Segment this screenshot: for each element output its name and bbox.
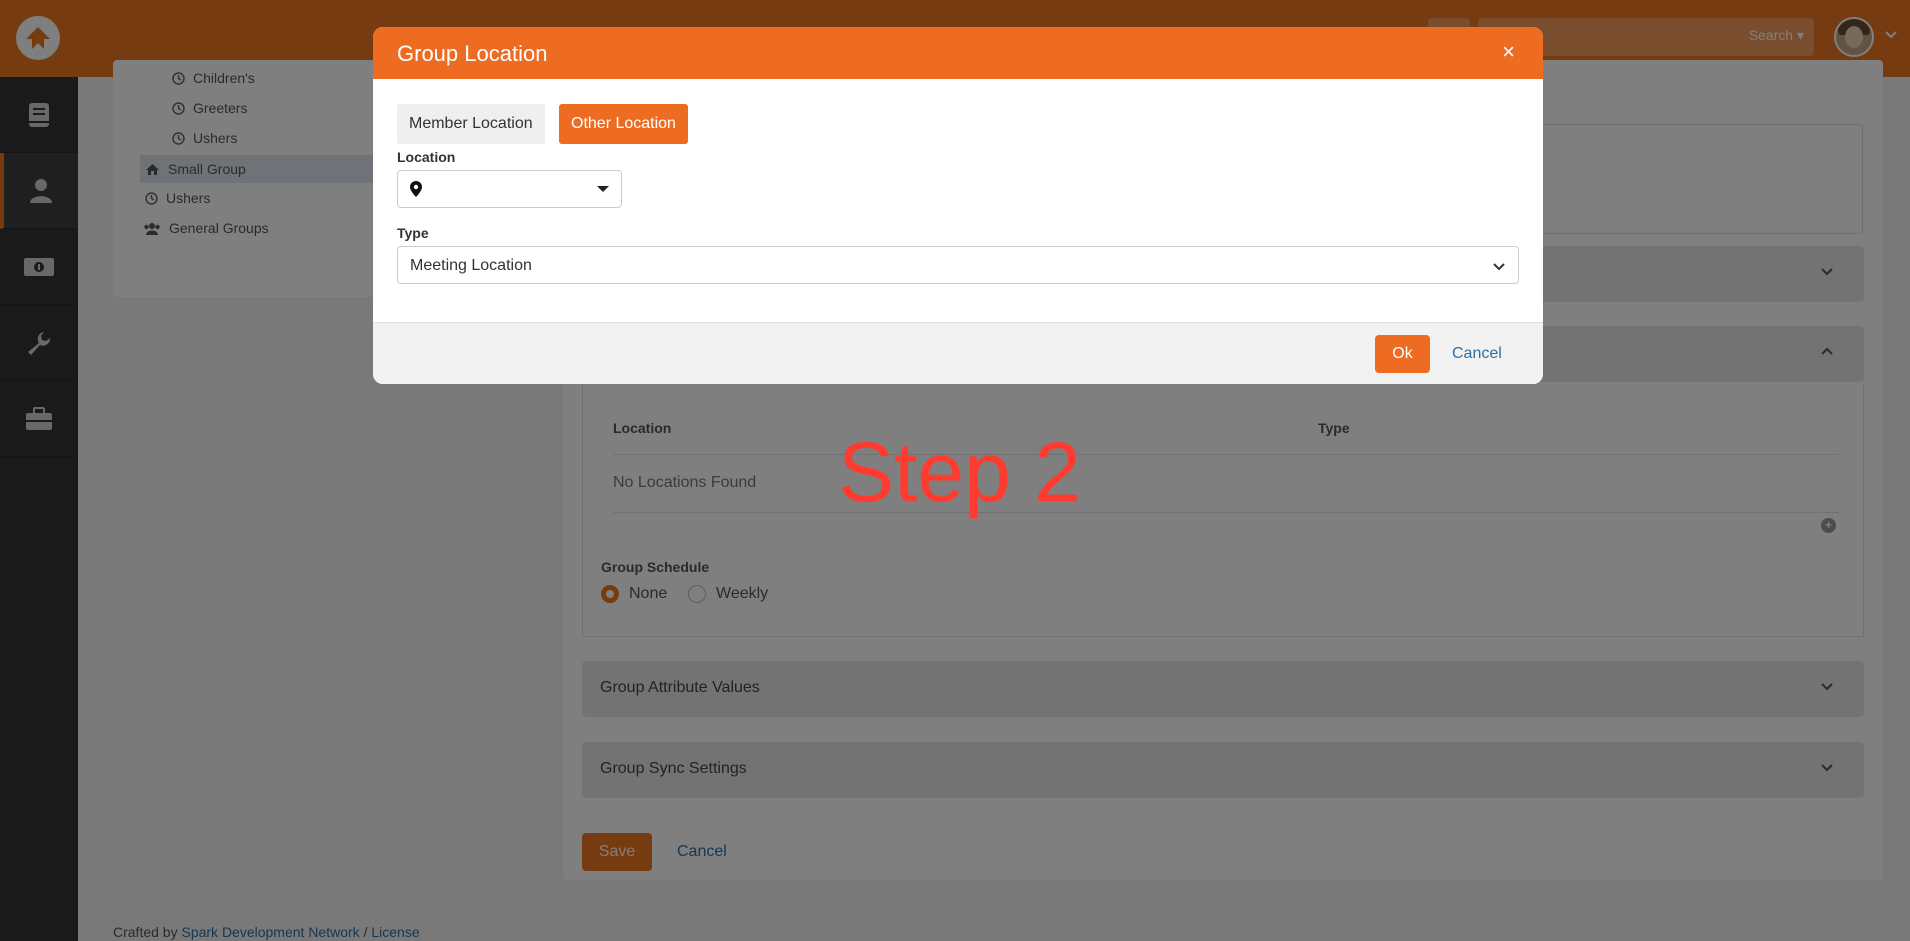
modal-header: Group Location × [373, 27, 1543, 79]
caret-down-icon [597, 186, 609, 192]
modal-title: Group Location [397, 41, 548, 66]
modal-cancel-link[interactable]: Cancel [1452, 345, 1502, 363]
type-label: Type [397, 225, 429, 241]
chevron-down-icon [1493, 263, 1505, 271]
modal-footer: Ok Cancel [373, 322, 1543, 384]
close-icon[interactable]: × [1502, 39, 1515, 65]
type-select[interactable]: Meeting Location [397, 246, 1519, 284]
member-location-toggle[interactable]: Member Location [397, 104, 545, 144]
location-picker[interactable] [397, 170, 622, 208]
other-location-toggle[interactable]: Other Location [559, 104, 688, 144]
step-annotation: Step 2 [838, 425, 1081, 519]
ok-button[interactable]: Ok [1375, 335, 1430, 373]
location-label: Location [397, 149, 456, 165]
group-location-modal: Group Location × Member Location Other L… [373, 27, 1543, 384]
type-selected-value: Meeting Location [410, 257, 532, 274]
map-pin-icon [410, 181, 422, 197]
